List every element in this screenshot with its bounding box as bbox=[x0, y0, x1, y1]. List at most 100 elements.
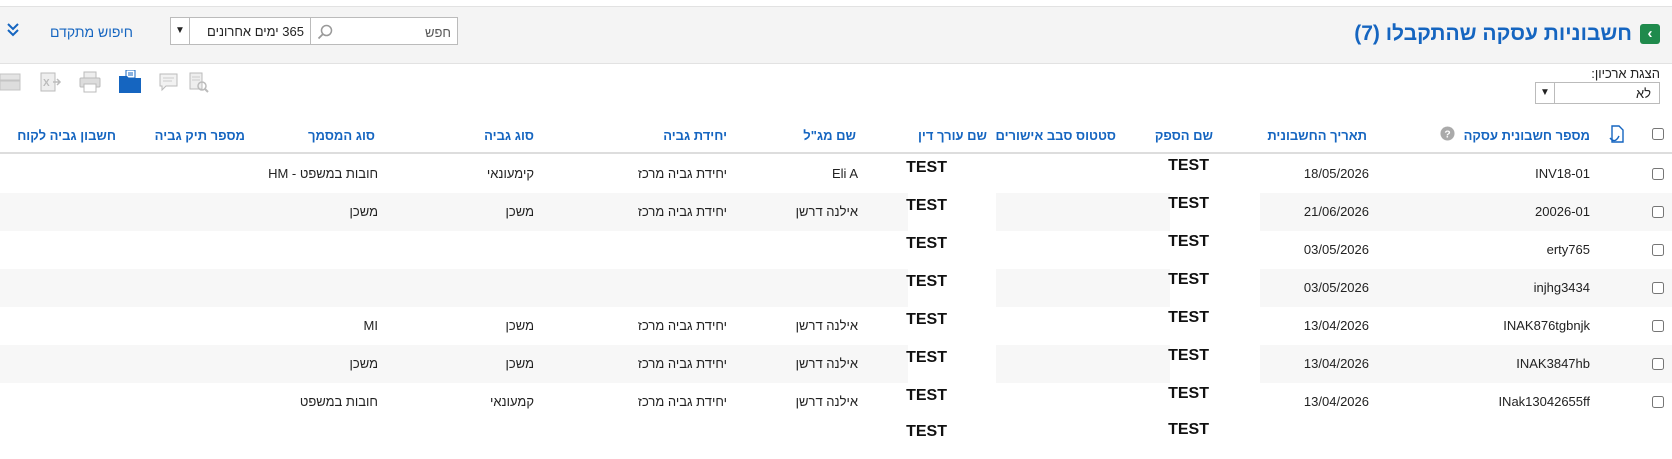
header-divider bbox=[0, 152, 1672, 154]
col-header-invoice-date[interactable]: תאריך החשבונית bbox=[1267, 128, 1367, 143]
cell-invoice-number[interactable]: 20026-01 bbox=[1535, 204, 1590, 219]
col-header-unit[interactable]: יחידת גביה bbox=[663, 128, 727, 143]
cell-invoice-date: 13/04/2026 bbox=[1303, 394, 1369, 409]
cell-manager: אילנה דרשן bbox=[795, 356, 858, 371]
table-row[interactable]: INak13042655ff 13/04/2026 TEST TEST אילנ… bbox=[0, 383, 1672, 421]
row-checkbox[interactable] bbox=[1652, 244, 1664, 256]
advanced-search-link[interactable]: חיפוש מתקדם bbox=[50, 24, 133, 40]
cell-unit: יחידת גביה מרכז bbox=[637, 204, 727, 219]
top-bar: ‹ חשבוניות עסקה שהתקבלו (7) 365 ימים אחר… bbox=[0, 6, 1672, 64]
row-checkbox[interactable] bbox=[1652, 358, 1664, 370]
comment-icon[interactable] bbox=[157, 70, 181, 94]
col-header-doc-type[interactable]: סוג המסמך bbox=[308, 128, 375, 143]
cell-invoice-date: 21/06/2026 bbox=[1303, 204, 1369, 219]
table-row[interactable]: INAK3847hb 13/04/2026 TEST TEST אילנה דר… bbox=[0, 345, 1672, 383]
cell-doc-type: משכן bbox=[349, 356, 379, 371]
stack-icon[interactable] bbox=[0, 70, 22, 94]
cell-doc-type: MI bbox=[363, 318, 378, 333]
cell-doc-type: חובות במשפט - HM bbox=[268, 166, 378, 181]
col-header-collection-type[interactable]: סוג גביה bbox=[484, 128, 534, 143]
chevron-left-icon[interactable]: ‹ bbox=[1640, 24, 1660, 44]
col-header-customer-account[interactable]: חשבון גביה לקוח bbox=[17, 128, 116, 143]
cell-supplier: TEST bbox=[1168, 309, 1209, 326]
cell-lawyer: TEST bbox=[906, 235, 947, 252]
cell-doc-type: משכן bbox=[349, 204, 379, 219]
cell-lawyer: TEST bbox=[906, 197, 947, 214]
print-icon[interactable] bbox=[78, 70, 102, 94]
cell-supplier: TEST bbox=[1168, 271, 1209, 288]
chevron-down-icon[interactable]: ▼ bbox=[1536, 83, 1555, 103]
table-row[interactable]: 20026-01 21/06/2026 TEST TEST אילנה דרשן… bbox=[0, 193, 1672, 231]
col-header-supplier[interactable]: שם הספק bbox=[1155, 128, 1213, 143]
folder-open-icon[interactable] bbox=[118, 70, 142, 94]
col-header-invoice-number[interactable]: מספר חשבונית עסקה bbox=[1464, 128, 1590, 143]
cell-invoice-number[interactable]: injhg3434 bbox=[1534, 280, 1590, 295]
double-chevron-down-icon[interactable] bbox=[6, 21, 20, 39]
col-header-lawyer[interactable]: שם עורך דין bbox=[918, 128, 987, 143]
cell-manager: אילנה דרשן bbox=[795, 204, 858, 219]
cell-doc-type: חובות במשפט bbox=[299, 394, 378, 409]
cell-invoice-date: 13/04/2026 bbox=[1303, 356, 1369, 371]
cell-collection-type: משכן bbox=[505, 318, 535, 333]
col-header-manager[interactable]: שם מג"ל bbox=[803, 128, 856, 143]
cell-lawyer: TEST bbox=[906, 311, 947, 328]
cell-manager: אילנה דרשן bbox=[795, 318, 858, 333]
cell-supplier: TEST bbox=[1168, 195, 1209, 212]
select-all-checkbox[interactable] bbox=[1652, 128, 1664, 140]
attachment-doc-icon[interactable] bbox=[1607, 124, 1627, 144]
cell-supplier: TEST bbox=[1168, 347, 1209, 364]
cell-invoice-date: 03/05/2026 bbox=[1303, 280, 1369, 295]
archive-label: הצגת ארכיון: bbox=[1591, 66, 1660, 81]
table-row[interactable]: INAK876tgbnjk 13/04/2026 TEST TEST אילנה… bbox=[0, 307, 1672, 345]
cell-supplier: TEST bbox=[1168, 157, 1209, 174]
help-icon[interactable]: ? bbox=[1440, 126, 1455, 141]
cell-lawyer: TEST bbox=[906, 159, 947, 176]
search-icon[interactable] bbox=[317, 24, 333, 40]
chevron-down-icon[interactable]: ▼ bbox=[171, 18, 190, 44]
period-select-value: 365 ימים אחרונים bbox=[207, 24, 304, 39]
cell-lawyer: TEST bbox=[906, 273, 947, 290]
archive-select[interactable]: לא ▼ bbox=[1535, 82, 1660, 104]
cell-collection-type: משכן bbox=[505, 204, 535, 219]
cell-invoice-number[interactable]: INAK3847hb bbox=[1516, 356, 1590, 371]
doc-search-icon[interactable] bbox=[186, 70, 210, 94]
cell-unit: יחידת גביה מרכז bbox=[637, 318, 727, 333]
cell-invoice-number[interactable]: INak13042655ff bbox=[1498, 394, 1590, 409]
row-checkbox[interactable] bbox=[1652, 282, 1664, 294]
period-select[interactable]: 365 ימים אחרונים ▼ bbox=[170, 17, 311, 45]
cell-unit: יחידת גביה מרכז bbox=[637, 356, 727, 371]
cell-lawyer: TEST bbox=[906, 387, 947, 404]
table-row[interactable]: INV18-01 18/05/2026 TEST TEST Eli A יחיד… bbox=[0, 155, 1672, 193]
cell-supplier: TEST bbox=[1168, 233, 1209, 250]
table-row[interactable]: injhg3434 03/05/2026 TEST TEST bbox=[0, 269, 1672, 307]
cell-supplier: TEST bbox=[1168, 385, 1209, 402]
cell-collection-type: קימעונאי bbox=[486, 166, 534, 181]
search-field[interactable] bbox=[310, 17, 458, 45]
cell-manager: אילנה דרשן bbox=[795, 394, 858, 409]
cell-invoice-date: 03/05/2026 bbox=[1303, 242, 1369, 257]
excel-export-icon[interactable]: X bbox=[38, 70, 62, 94]
cell-invoice-number[interactable]: INAK876tgbnjk bbox=[1503, 318, 1590, 333]
col-header-case-number[interactable]: מספר תיק גביה bbox=[155, 128, 245, 143]
cell-invoice-number[interactable]: INV18-01 bbox=[1535, 166, 1590, 181]
cell-unit: יחידת גביה מרכז bbox=[637, 166, 727, 181]
cell-lawyer: TEST bbox=[906, 349, 947, 366]
page-title: חשבוניות עסקה שהתקבלו (7) bbox=[1354, 22, 1632, 45]
cell-invoice-date: 13/04/2026 bbox=[1303, 318, 1369, 333]
cell-supplier: TEST bbox=[1168, 421, 1209, 438]
cell-invoice-date: 18/05/2026 bbox=[1303, 166, 1369, 181]
svg-text:X: X bbox=[43, 78, 50, 89]
search-input[interactable] bbox=[337, 21, 453, 43]
row-checkbox[interactable] bbox=[1652, 396, 1664, 408]
col-header-approval-status[interactable]: סטטוס סבב אישורים bbox=[996, 128, 1116, 143]
cell-invoice-number[interactable]: erty765 bbox=[1547, 242, 1590, 257]
svg-text:?: ? bbox=[1444, 130, 1450, 141]
cell-collection-type: קמעונאי bbox=[489, 394, 534, 409]
table-row[interactable]: TEST TEST bbox=[0, 421, 1672, 459]
table-row[interactable]: erty765 03/05/2026 TEST TEST bbox=[0, 231, 1672, 269]
cell-collection-type: משכן bbox=[505, 356, 535, 371]
row-checkbox[interactable] bbox=[1652, 320, 1664, 332]
row-checkbox[interactable] bbox=[1652, 168, 1664, 180]
cell-unit: יחידת גביה מרכז bbox=[637, 394, 727, 409]
row-checkbox[interactable] bbox=[1652, 206, 1664, 218]
